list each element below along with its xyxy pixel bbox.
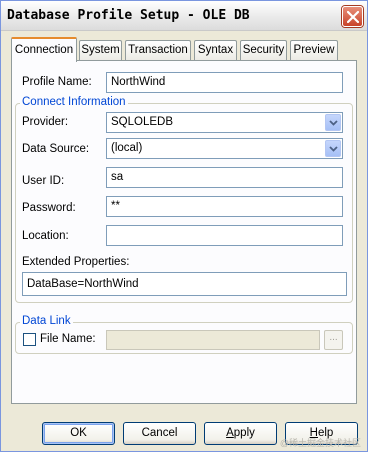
password-label: Password:	[22, 202, 76, 214]
user-id-label: User ID:	[22, 175, 65, 187]
file-name-checkbox[interactable]	[23, 333, 36, 346]
chevron-down-icon	[329, 146, 338, 152]
watermark: @稀土掘金技术社区	[279, 438, 361, 448]
close-icon	[347, 11, 359, 23]
location-input[interactable]	[106, 225, 343, 246]
ok-button[interactable]: OK	[42, 422, 115, 445]
data-link-title: Data Link	[20, 315, 73, 327]
data-source-label: Data Source:	[22, 143, 90, 155]
data-source-select[interactable]: (local)	[106, 138, 343, 159]
provider-select[interactable]: SQLOLEDB	[106, 112, 343, 133]
tab-syntax[interactable]: Syntax	[194, 40, 237, 60]
tab-connection[interactable]: Connection	[11, 37, 77, 62]
extended-properties-input[interactable]: DataBase=NorthWind	[22, 272, 347, 296]
cancel-button[interactable]: Cancel	[123, 422, 196, 445]
dialog-window: Database Profile Setup - OLE DB Connecti…	[0, 0, 368, 452]
tab-system[interactable]: System	[79, 40, 122, 60]
file-name-label[interactable]: File Name:	[40, 333, 96, 345]
password-input[interactable]: **	[106, 196, 343, 217]
tab-transaction[interactable]: Transaction	[125, 40, 191, 60]
provider-label: Provider:	[22, 116, 69, 128]
extended-properties-label: Extended Properties:	[22, 256, 130, 268]
tab-preview[interactable]: Preview	[290, 40, 338, 60]
connection-tab-panel: Profile Name: NorthWind Connect Informat…	[11, 60, 357, 404]
profile-name-label: Profile Name:	[22, 76, 92, 88]
chevron-down-icon	[329, 120, 338, 126]
window-title: Database Profile Setup - OLE DB	[7, 8, 250, 23]
browse-button[interactable]: ...	[324, 330, 343, 350]
provider-value: SQLOLEDB	[111, 116, 173, 128]
tab-security[interactable]: Security	[240, 40, 287, 60]
data-source-dropdown-button[interactable]	[325, 140, 341, 157]
title-bar[interactable]: Database Profile Setup - OLE DB	[1, 1, 367, 31]
apply-button[interactable]: Apply	[204, 422, 277, 445]
close-button[interactable]	[342, 6, 363, 27]
data-source-value: (local)	[111, 142, 143, 154]
apply-mnemonic: A	[226, 427, 234, 439]
connect-information-title: Connect Information	[20, 96, 128, 108]
file-name-input[interactable]	[106, 330, 320, 350]
profile-name-input[interactable]: NorthWind	[106, 72, 343, 93]
provider-dropdown-button[interactable]	[325, 114, 341, 131]
location-label: Location:	[22, 230, 69, 242]
apply-label-rest: pply	[233, 427, 255, 439]
user-id-input[interactable]: sa	[106, 167, 343, 188]
